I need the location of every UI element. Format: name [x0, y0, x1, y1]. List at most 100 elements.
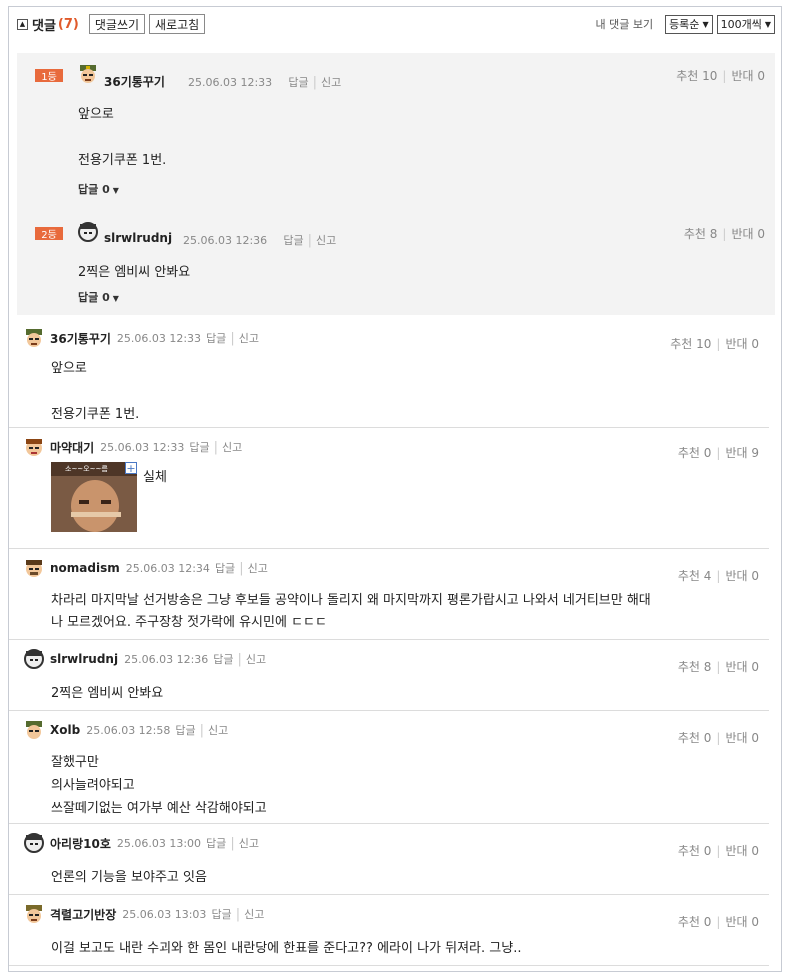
- downvote-button[interactable]: 반대 9: [725, 446, 759, 460]
- upvote-button[interactable]: 추천 4: [678, 569, 712, 583]
- per-page-select[interactable]: 100개씩 ▼: [716, 14, 775, 34]
- nickname[interactable]: 마약대기: [50, 439, 94, 456]
- report-link[interactable]: 신고: [222, 439, 242, 455]
- downvote-button[interactable]: 반대 0: [725, 915, 759, 929]
- divider: |: [235, 906, 241, 922]
- nickname[interactable]: Xolb: [50, 723, 80, 737]
- upvote-button[interactable]: 추천 0: [678, 731, 712, 745]
- downvote-button[interactable]: 반대 0: [725, 569, 759, 583]
- reply-link[interactable]: 답글: [206, 330, 226, 346]
- upvote-button[interactable]: 추천 10: [670, 337, 711, 351]
- sort-select-value: 등록순: [669, 18, 700, 31]
- reply-link[interactable]: 답글: [206, 835, 226, 851]
- comment-text-line: 전용기쿠폰 1번.: [51, 407, 140, 422]
- caret-down-icon: ▼: [112, 294, 119, 303]
- upvote-button[interactable]: 추천 0: [678, 915, 712, 929]
- upvote-button[interactable]: 추천 8: [678, 660, 712, 674]
- vote-counts: 추천 8 | 반대 0: [678, 658, 759, 675]
- report-link[interactable]: 신고: [244, 906, 264, 922]
- avatar-icon: [78, 222, 98, 242]
- report-link[interactable]: 신고: [321, 76, 341, 89]
- reply-link[interactable]: 답글: [175, 722, 195, 738]
- divider: |: [307, 233, 312, 248]
- comment-header: Xolb 25.06.03 12:58 답글 | 신고: [23, 719, 228, 741]
- divider: |: [716, 337, 721, 351]
- avatar-icon: [26, 439, 42, 456]
- image-caption: 소~~오~~름: [65, 465, 108, 473]
- divider: |: [199, 722, 205, 738]
- nickname[interactable]: slrwlrudnj: [104, 231, 172, 245]
- report-link[interactable]: 신고: [316, 234, 336, 247]
- reply-link[interactable]: 답글: [213, 651, 233, 667]
- downvote-button[interactable]: 반대 0: [725, 731, 759, 745]
- comment-text-line: 앞으로: [51, 361, 87, 376]
- attached-image[interactable]: 소~~오~~름 +: [51, 462, 137, 532]
- report-link[interactable]: 신고: [246, 651, 266, 667]
- downvote-button[interactable]: 반대 0: [725, 660, 759, 674]
- report-link[interactable]: 신고: [248, 560, 268, 576]
- comment-text-line: 앞으로: [78, 107, 114, 122]
- vote-counts: 추천 0 | 반대 0: [678, 729, 759, 746]
- reply-link[interactable]: 답글: [189, 439, 209, 455]
- divider: |: [722, 69, 727, 83]
- report-link[interactable]: 신고: [239, 835, 259, 851]
- comment-text-line: 나 모르겠어요. 주구장창 젓가락에 유시민에 ㄷㄷㄷ: [51, 615, 327, 630]
- comment-item: 격렬고기반장 25.06.03 13:03 답글 | 신고 추천 0 | 반대 0 이걸…: [9, 895, 769, 966]
- subreply-toggle[interactable]: 답글 0 ▼: [78, 289, 119, 305]
- report-link[interactable]: 신고: [239, 330, 259, 346]
- divider: |: [716, 915, 721, 929]
- comment-title-label: 댓글: [32, 18, 56, 34]
- downvote-button[interactable]: 반대 0: [725, 337, 759, 351]
- reply-link[interactable]: 답글: [288, 76, 308, 89]
- downvote-button[interactable]: 반대 0: [725, 844, 759, 858]
- divider: |: [722, 227, 727, 241]
- per-page-select-value: 100개씩: [720, 18, 762, 31]
- timestamp: 25.06.03 12:58: [86, 723, 171, 737]
- nickname[interactable]: 격렬고기반장: [50, 906, 116, 923]
- upvote-button[interactable]: 추천 10: [676, 69, 717, 83]
- comment-header: 아리랑10호 25.06.03 13:00 답글 | 신고: [23, 832, 259, 854]
- comment-header: slrwlrudnj 25.06.03 12:36 답글 | 신고: [23, 648, 266, 670]
- rank-badge: 2등: [35, 227, 63, 241]
- comment-text-line: 언론의 기능을 보야주고 잇음: [51, 870, 207, 885]
- comment-header: 36기통꾸기 25.06.03 12:33 답글 | 신고: [23, 327, 259, 349]
- best-comment: 2등 slrwlrudnj 25.06.03 12:36 답글 | 신고 추천 8 |…: [17, 203, 775, 315]
- comment-item: 36기통꾸기 25.06.03 12:33 답글 | 신고 추천 10 | 반대 0 앞…: [9, 319, 769, 428]
- reply-link[interactable]: 답글: [283, 234, 303, 247]
- divider: |: [716, 660, 721, 674]
- avatar-icon: [26, 560, 42, 577]
- reply-link[interactable]: 답글: [211, 906, 231, 922]
- write-comment-button[interactable]: 댓글쓰기: [88, 14, 146, 34]
- downvote-button[interactable]: 반대 0: [731, 227, 765, 241]
- reply-link[interactable]: 답글: [215, 560, 235, 576]
- sort-select[interactable]: 등록순 ▼: [665, 14, 713, 34]
- subreply-toggle[interactable]: 답글 0 ▼: [78, 181, 119, 197]
- comment-meta: 25.06.03 12:36 답글 | 신고: [183, 232, 336, 248]
- timestamp: 25.06.03 13:00: [116, 836, 202, 850]
- vote-counts: 추천 0 | 반대 0: [678, 913, 759, 930]
- expand-image-icon[interactable]: +: [125, 462, 137, 474]
- comment-header: 격렬고기반장 25.06.03 13:03 답글 | 신고: [23, 903, 264, 925]
- nickname[interactable]: nomadism: [50, 561, 120, 575]
- avatar-icon: [24, 649, 44, 669]
- nickname[interactable]: 36기통꾸기: [50, 330, 111, 347]
- my-comments-link[interactable]: 내 댓글 보기: [595, 16, 653, 32]
- comment-text-line: 차라리 마지막날 선거방송은 그냥 후보들 공약이나 돌리지 왜 마지막까지 평…: [51, 593, 651, 608]
- divider: |: [239, 560, 244, 576]
- comment-item: slrwlrudnj 25.06.03 12:36 답글 | 신고 추천 8 | 반대 …: [9, 640, 769, 711]
- chevron-down-icon: ▼: [764, 19, 771, 29]
- nickname[interactable]: slrwlrudnj: [50, 652, 118, 666]
- comment-meta: 25.06.03 12:33 답글 | 신고: [188, 74, 341, 90]
- downvote-button[interactable]: 반대 0: [731, 69, 765, 83]
- refresh-button[interactable]: 새로고침: [149, 14, 206, 34]
- collapse-toggle-icon[interactable]: ▲: [17, 18, 28, 30]
- divider: |: [716, 446, 721, 460]
- nickname[interactable]: 36기통꾸기: [104, 73, 165, 90]
- upvote-button[interactable]: 추천 0: [678, 844, 712, 858]
- divider: |: [230, 835, 235, 851]
- nickname[interactable]: 아리랑10호: [50, 835, 111, 852]
- upvote-button[interactable]: 추천 8: [684, 227, 718, 241]
- comment-item: nomadism 25.06.03 12:34 답글 | 신고 추천 4 | 반대 0 …: [9, 549, 769, 640]
- report-link[interactable]: 신고: [208, 722, 228, 738]
- upvote-button[interactable]: 추천 0: [678, 446, 712, 460]
